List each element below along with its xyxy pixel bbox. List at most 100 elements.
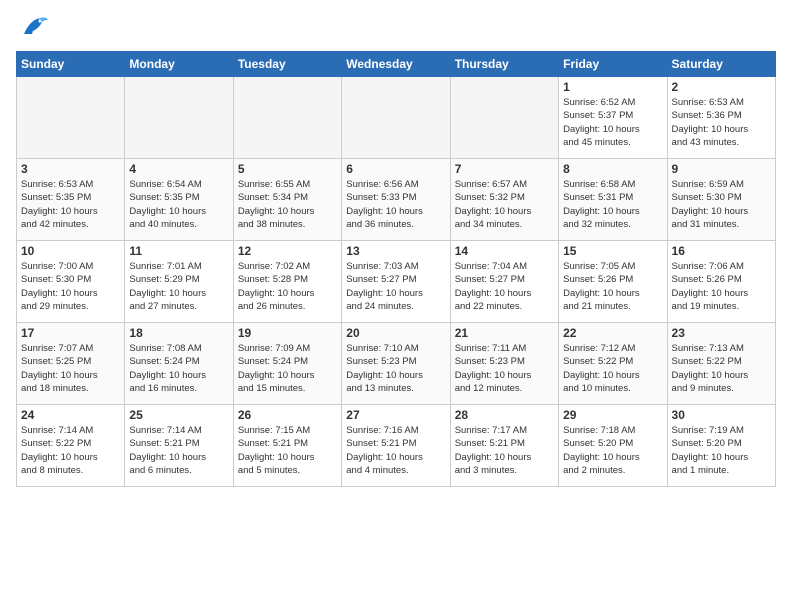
day-info: Sunrise: 7:19 AM Sunset: 5:20 PM Dayligh… xyxy=(672,424,771,477)
day-info: Sunrise: 6:54 AM Sunset: 5:35 PM Dayligh… xyxy=(129,178,228,231)
day-cell xyxy=(342,77,450,159)
day-cell: 9 Sunrise: 6:59 AM Sunset: 5:30 PM Daylig… xyxy=(667,159,775,241)
day-cell: 3 Sunrise: 6:53 AM Sunset: 5:35 PM Daylig… xyxy=(17,159,125,241)
day-number: 1 xyxy=(563,80,662,94)
day-number: 30 xyxy=(672,408,771,422)
day-number: 12 xyxy=(238,244,337,258)
day-cell: 18Sunrise: 7:08 AM Sunset: 5:24 PM Dayli… xyxy=(125,323,233,405)
day-info: Sunrise: 7:18 AM Sunset: 5:20 PM Dayligh… xyxy=(563,424,662,477)
day-number: 24 xyxy=(21,408,120,422)
day-info: Sunrise: 7:01 AM Sunset: 5:29 PM Dayligh… xyxy=(129,260,228,313)
day-number: 27 xyxy=(346,408,445,422)
day-number: 19 xyxy=(238,326,337,340)
day-number: 18 xyxy=(129,326,228,340)
header-thursday: Thursday xyxy=(450,52,558,77)
day-number: 14 xyxy=(455,244,554,258)
day-number: 13 xyxy=(346,244,445,258)
day-number: 3 xyxy=(21,162,120,176)
day-cell: 17 Sunrise: 7:07 AM Sunset: 5:25 PM Dayli… xyxy=(17,323,125,405)
day-info: Sunrise: 6:52 AM Sunset: 5:37 PM Dayligh… xyxy=(563,96,662,149)
day-number: 29 xyxy=(563,408,662,422)
day-number: 8 xyxy=(563,162,662,176)
header-friday: Friday xyxy=(559,52,667,77)
week-row-2: 3 Sunrise: 6:53 AM Sunset: 5:35 PM Daylig… xyxy=(17,159,776,241)
day-info: Sunrise: 7:16 AM Sunset: 5:21 PM Dayligh… xyxy=(346,424,445,477)
day-info: Sunrise: 6:53 AM Sunset: 5:35 PM Dayligh… xyxy=(21,178,120,231)
day-info: Sunrise: 7:04 AM Sunset: 5:27 PM Dayligh… xyxy=(455,260,554,313)
day-cell: 26 Sunrise: 7:15 AM Sunset: 5:21 PM Dayli… xyxy=(233,405,341,487)
day-cell: 20 Sunrise: 7:10 AM Sunset: 5:23 PM Dayli… xyxy=(342,323,450,405)
day-cell: 28Sunrise: 7:17 AM Sunset: 5:21 PM Dayli… xyxy=(450,405,558,487)
day-info: Sunrise: 6:56 AM Sunset: 5:33 PM Dayligh… xyxy=(346,178,445,231)
day-info: Sunrise: 7:07 AM Sunset: 5:25 PM Dayligh… xyxy=(21,342,120,395)
day-number: 2 xyxy=(672,80,771,94)
day-info: Sunrise: 7:13 AM Sunset: 5:22 PM Dayligh… xyxy=(672,342,771,395)
day-cell: 29 Sunrise: 7:18 AM Sunset: 5:20 PM Dayli… xyxy=(559,405,667,487)
calendar-table: SundayMondayTuesdayWednesdayThursdayFrid… xyxy=(16,51,776,487)
week-row-4: 17 Sunrise: 7:07 AM Sunset: 5:25 PM Dayli… xyxy=(17,323,776,405)
day-cell: 30 Sunrise: 7:19 AM Sunset: 5:20 PM Dayli… xyxy=(667,405,775,487)
day-number: 20 xyxy=(346,326,445,340)
day-number: 11 xyxy=(129,244,228,258)
day-cell: 16 Sunrise: 7:06 AM Sunset: 5:26 PM Dayli… xyxy=(667,241,775,323)
day-number: 10 xyxy=(21,244,120,258)
day-number: 16 xyxy=(672,244,771,258)
day-info: Sunrise: 7:12 AM Sunset: 5:22 PM Dayligh… xyxy=(563,342,662,395)
day-cell xyxy=(450,77,558,159)
day-cell: 11 Sunrise: 7:01 AM Sunset: 5:29 PM Dayli… xyxy=(125,241,233,323)
day-info: Sunrise: 7:14 AM Sunset: 5:22 PM Dayligh… xyxy=(21,424,120,477)
day-cell: 22 Sunrise: 7:12 AM Sunset: 5:22 PM Dayli… xyxy=(559,323,667,405)
day-number: 5 xyxy=(238,162,337,176)
day-info: Sunrise: 7:02 AM Sunset: 5:28 PM Dayligh… xyxy=(238,260,337,313)
day-cell: 6Sunrise: 6:56 AM Sunset: 5:33 PM Daylig… xyxy=(342,159,450,241)
day-info: Sunrise: 7:06 AM Sunset: 5:26 PM Dayligh… xyxy=(672,260,771,313)
header-row: SundayMondayTuesdayWednesdayThursdayFrid… xyxy=(17,52,776,77)
day-cell: 4 Sunrise: 6:54 AM Sunset: 5:35 PM Daylig… xyxy=(125,159,233,241)
day-info: Sunrise: 7:05 AM Sunset: 5:26 PM Dayligh… xyxy=(563,260,662,313)
day-number: 17 xyxy=(21,326,120,340)
day-cell: 24 Sunrise: 7:14 AM Sunset: 5:22 PM Dayli… xyxy=(17,405,125,487)
day-cell xyxy=(17,77,125,159)
day-info: Sunrise: 6:59 AM Sunset: 5:30 PM Dayligh… xyxy=(672,178,771,231)
day-cell: 15 Sunrise: 7:05 AM Sunset: 5:26 PM Dayli… xyxy=(559,241,667,323)
day-cell: 1 Sunrise: 6:52 AM Sunset: 5:37 PM Daylig… xyxy=(559,77,667,159)
day-cell: 19 Sunrise: 7:09 AM Sunset: 5:24 PM Dayli… xyxy=(233,323,341,405)
day-info: Sunrise: 7:11 AM Sunset: 5:23 PM Dayligh… xyxy=(455,342,554,395)
week-row-3: 10 Sunrise: 7:00 AM Sunset: 5:30 PM Dayli… xyxy=(17,241,776,323)
header-tuesday: Tuesday xyxy=(233,52,341,77)
header-saturday: Saturday xyxy=(667,52,775,77)
day-info: Sunrise: 7:10 AM Sunset: 5:23 PM Dayligh… xyxy=(346,342,445,395)
day-number: 4 xyxy=(129,162,228,176)
day-cell: 12 Sunrise: 7:02 AM Sunset: 5:28 PM Dayli… xyxy=(233,241,341,323)
header-sunday: Sunday xyxy=(17,52,125,77)
day-info: Sunrise: 7:09 AM Sunset: 5:24 PM Dayligh… xyxy=(238,342,337,395)
day-cell: 21 Sunrise: 7:11 AM Sunset: 5:23 PM Dayli… xyxy=(450,323,558,405)
day-info: Sunrise: 7:14 AM Sunset: 5:21 PM Dayligh… xyxy=(129,424,228,477)
day-cell xyxy=(125,77,233,159)
day-number: 15 xyxy=(563,244,662,258)
header-wednesday: Wednesday xyxy=(342,52,450,77)
day-cell: 14 Sunrise: 7:04 AM Sunset: 5:27 PM Dayli… xyxy=(450,241,558,323)
day-info: Sunrise: 6:55 AM Sunset: 5:34 PM Dayligh… xyxy=(238,178,337,231)
day-cell: 5 Sunrise: 6:55 AM Sunset: 5:34 PM Daylig… xyxy=(233,159,341,241)
day-cell: 8Sunrise: 6:58 AM Sunset: 5:31 PM Daylig… xyxy=(559,159,667,241)
week-row-5: 24 Sunrise: 7:14 AM Sunset: 5:22 PM Dayli… xyxy=(17,405,776,487)
day-cell: 23Sunrise: 7:13 AM Sunset: 5:22 PM Dayli… xyxy=(667,323,775,405)
day-number: 9 xyxy=(672,162,771,176)
day-info: Sunrise: 6:57 AM Sunset: 5:32 PM Dayligh… xyxy=(455,178,554,231)
page-header xyxy=(16,16,776,43)
day-cell: 2Sunrise: 6:53 AM Sunset: 5:36 PM Daylig… xyxy=(667,77,775,159)
day-number: 21 xyxy=(455,326,554,340)
day-info: Sunrise: 7:00 AM Sunset: 5:30 PM Dayligh… xyxy=(21,260,120,313)
day-number: 22 xyxy=(563,326,662,340)
day-info: Sunrise: 7:17 AM Sunset: 5:21 PM Dayligh… xyxy=(455,424,554,477)
day-number: 25 xyxy=(129,408,228,422)
day-number: 7 xyxy=(455,162,554,176)
logo-bird-icon xyxy=(20,16,48,38)
logo xyxy=(16,16,48,43)
header-monday: Monday xyxy=(125,52,233,77)
day-cell: 25 Sunrise: 7:14 AM Sunset: 5:21 PM Dayli… xyxy=(125,405,233,487)
day-info: Sunrise: 7:15 AM Sunset: 5:21 PM Dayligh… xyxy=(238,424,337,477)
day-cell: 27 Sunrise: 7:16 AM Sunset: 5:21 PM Dayli… xyxy=(342,405,450,487)
day-number: 26 xyxy=(238,408,337,422)
